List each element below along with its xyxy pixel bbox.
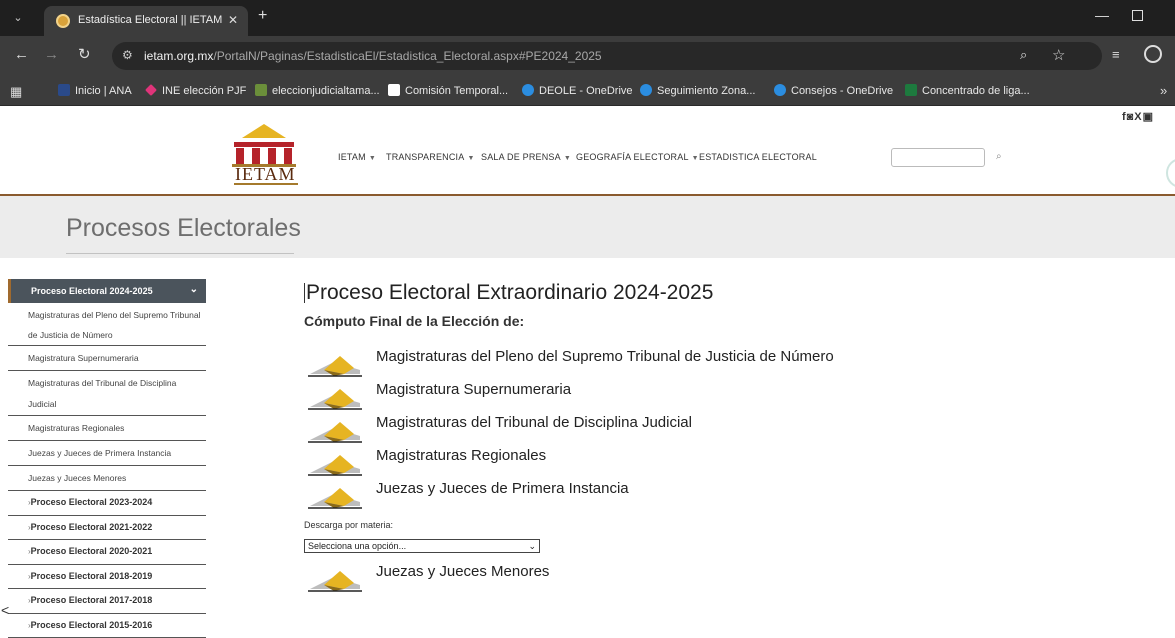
logo-emblem-icon <box>224 120 304 168</box>
tab-title: Estadística Electoral || IETAM <box>78 14 222 26</box>
nav-transparencia[interactable]: TRANSPARENCIA▼ <box>386 152 475 162</box>
bookmarks-bar: ▦ Inicio | ANA INE elección PJF eleccion… <box>0 76 1175 106</box>
floating-widget-icon[interactable] <box>1166 158 1175 188</box>
materia-select[interactable]: Selecciona una opción... ⌄ <box>304 539 540 553</box>
site-search-input[interactable] <box>891 148 985 167</box>
sidebar-item-active[interactable]: Proceso Electoral 2024-2025 ⌄ <box>8 279 206 303</box>
sidebar-process[interactable]: ›Proceso Electoral 2015-2016 <box>8 614 206 638</box>
minimize-icon[interactable]: — <box>1095 7 1109 23</box>
page-title: Procesos Electorales <box>66 214 301 243</box>
address-bar-row: ← → ↻ ⚙ ietam.org.mx/PortalN/Paginas/Est… <box>0 36 1175 76</box>
sidebar-subitem[interactable]: Juezas y Jueces de Primera Instancia <box>8 441 206 466</box>
ballot-box-icon <box>304 381 366 411</box>
onedrive-icon <box>774 84 786 96</box>
reload-icon[interactable]: ↻ <box>78 47 91 63</box>
restore-window-icon[interactable] <box>1132 10 1143 21</box>
sidebar-subitem[interactable]: Magistraturas del Tribunal de Disciplina… <box>8 371 206 416</box>
search-icon[interactable]: ⌕ <box>996 151 1002 162</box>
title-underline <box>66 253 294 254</box>
ballot-box-icon <box>304 563 366 593</box>
browser-tab-bar: ⌄ Estadística Electoral || IETAM ✕ + — <box>0 0 1175 36</box>
sidebar-subitem[interactable]: Magistraturas Regionales <box>8 416 206 441</box>
main-title: Proceso Electoral Extraordinario 2024-20… <box>306 281 713 305</box>
caret-down-icon: ▼ <box>369 155 376 162</box>
caret-down-icon: ▼ <box>467 155 474 162</box>
election-label[interactable]: Juezas y Jueces Menores <box>376 563 549 580</box>
bookmark-favicon-icon <box>255 84 267 96</box>
sidebar-subitem[interactable]: Juezas y Jueces Menores <box>8 466 206 491</box>
sidebar-process[interactable]: ›Proceso Electoral 2021-2022 <box>8 516 206 541</box>
site-favicon-icon <box>56 14 70 28</box>
social-icons[interactable]: f◙X▣ <box>1122 110 1154 123</box>
ballot-box-icon <box>304 447 366 477</box>
bookmark-item[interactable]: DEOLE - OneDrive <box>522 84 633 97</box>
bookmark-item[interactable]: Consejos - OneDrive <box>774 84 893 97</box>
back-arrow-icon[interactable]: ← <box>14 47 29 63</box>
excel-icon <box>905 84 917 96</box>
new-tab-button[interactable]: + <box>258 8 267 24</box>
tab-close-icon[interactable]: ✕ <box>228 13 238 27</box>
bookmark-item[interactable]: INE elección PJF <box>145 84 246 97</box>
ballot-box-icon <box>304 414 366 444</box>
profile-icon[interactable] <box>1144 45 1162 63</box>
bookmark-item[interactable]: Seguimiento Zona... <box>640 84 755 97</box>
sidebar-subitem[interactable]: Magistraturas del Pleno del Supremo Trib… <box>8 303 206 346</box>
bookmark-favicon-icon <box>58 84 70 96</box>
more-bookmarks-icon[interactable]: » <box>1160 83 1167 98</box>
forward-arrow-icon[interactable]: → <box>44 47 59 63</box>
apps-grid-icon[interactable]: ▦ <box>10 84 22 100</box>
sidebar-subitem[interactable]: Magistratura Supernumeraria <box>8 346 206 371</box>
election-label[interactable]: Magistratura Supernumeraria <box>376 381 571 398</box>
collapse-arrow-icon[interactable]: < <box>1 602 9 618</box>
nav-geografia-electoral[interactable]: GEOGRAFÍA ELECTORAL▼ <box>576 152 699 162</box>
sidebar-process[interactable]: ›Proceso Electoral 2018-2019 <box>8 565 206 590</box>
nav-ietam[interactable]: IETAM▼ <box>338 152 376 162</box>
election-label[interactable]: Magistraturas Regionales <box>376 447 546 464</box>
caret-down-icon: ▼ <box>692 155 699 162</box>
election-label[interactable]: Magistraturas del Pleno del Supremo Trib… <box>376 348 834 365</box>
browser-tab[interactable]: Estadística Electoral || IETAM ✕ <box>44 6 248 36</box>
ietam-logo[interactable]: IETAM <box>224 120 304 186</box>
zoom-icon[interactable]: ⌕ <box>1020 47 1027 63</box>
logo-wordmark: IETAM <box>235 164 296 185</box>
site-info-icon[interactable]: ⚙ <box>122 48 133 62</box>
text-caret <box>304 283 305 303</box>
url-text[interactable]: ietam.org.mx/PortalN/Paginas/Estadistica… <box>144 49 602 63</box>
tab-search-icon[interactable]: ⌄ <box>10 10 26 26</box>
bookmark-item[interactable]: Comisión Temporal... <box>388 84 508 97</box>
ballot-box-icon <box>304 480 366 510</box>
reading-list-icon[interactable]: ≡ <box>1112 47 1120 62</box>
nav-estadistica-electoral[interactable]: ESTADISTICA ELECTORAL <box>699 152 817 162</box>
bookmark-favicon-icon <box>145 84 157 96</box>
ballot-box-icon <box>304 348 366 378</box>
bookmark-item[interactable]: Concentrado de liga... <box>905 84 1030 97</box>
main-subtitle: Cómputo Final de la Elección de: <box>304 313 524 329</box>
url-omnibox[interactable]: ⚙ ietam.org.mx/PortalN/Paginas/Estadisti… <box>112 42 1102 70</box>
caret-down-icon: ▼ <box>564 155 571 162</box>
logo-underline <box>234 183 298 185</box>
election-label[interactable]: Magistraturas del Tribunal de Disciplina… <box>376 414 692 431</box>
election-label[interactable]: Juezas y Jueces de Primera Instancia <box>376 480 629 497</box>
sidebar-process[interactable]: ›Proceso Electoral 2023-2024 <box>8 491 206 516</box>
onedrive-icon <box>640 84 652 96</box>
bookmark-star-icon[interactable]: ☆ <box>1052 46 1065 64</box>
bookmark-item[interactable]: eleccionjudicialtama... <box>255 84 380 97</box>
bookmark-item[interactable]: Inicio | ANA <box>58 84 132 97</box>
chevron-down-icon: ⌄ <box>190 284 198 295</box>
sidebar-process[interactable]: ›Proceso Electoral 2017-2018 <box>8 589 206 614</box>
onedrive-icon <box>522 84 534 96</box>
bookmark-favicon-icon <box>388 84 400 96</box>
download-label: Descarga por materia: <box>304 520 393 530</box>
sidebar-menu: Proceso Electoral 2024-2025 ⌄ Magistratu… <box>8 279 206 638</box>
nav-sala-de-prensa[interactable]: SALA DE PRENSA▼ <box>481 152 571 162</box>
sidebar-process[interactable]: ›Proceso Electoral 2020-2021 <box>8 540 206 565</box>
chevron-down-icon: ⌄ <box>528 540 536 552</box>
